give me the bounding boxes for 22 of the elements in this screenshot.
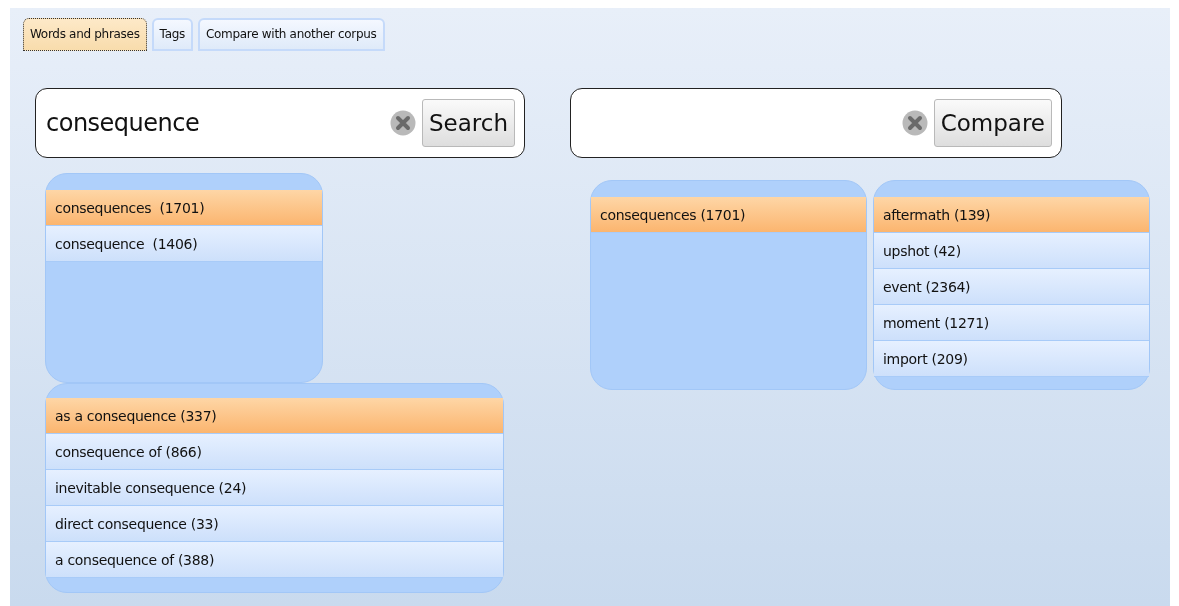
list-item[interactable]: consequences (1701) [591, 197, 866, 233]
compare-button[interactable]: Compare [933, 99, 1052, 147]
tab[interactable]: Tags [151, 18, 193, 51]
list-item[interactable]: moment (1271) [874, 305, 1149, 341]
list-item[interactable]: a consequence of (388) [46, 542, 503, 578]
compare-field[interactable]: Compare [570, 88, 1062, 158]
list-item[interactable]: direct consequence (33) [46, 506, 503, 542]
list-item[interactable]: import (209) [874, 341, 1149, 377]
clear-icon[interactable] [901, 110, 928, 136]
list-item[interactable]: consequence of (866) [46, 434, 503, 470]
search-button[interactable]: Search [421, 99, 515, 147]
tab[interactable]: Compare with another corpus [198, 18, 385, 51]
list-item[interactable]: consequences (1701) [46, 190, 322, 226]
list-item[interactable]: event (2364) [874, 269, 1149, 305]
tab[interactable]: Words and phrases [23, 18, 147, 51]
list-item[interactable]: aftermath (139) [874, 197, 1149, 233]
list-item[interactable]: as a consequence (337) [46, 398, 503, 434]
list-item[interactable]: upshot (42) [874, 233, 1149, 269]
search-field[interactable]: consequence Search [35, 88, 525, 158]
clear-icon[interactable] [389, 110, 416, 136]
list-item[interactable]: consequence (1406) [46, 226, 322, 262]
list-item[interactable]: inevitable consequence (24) [46, 470, 503, 506]
